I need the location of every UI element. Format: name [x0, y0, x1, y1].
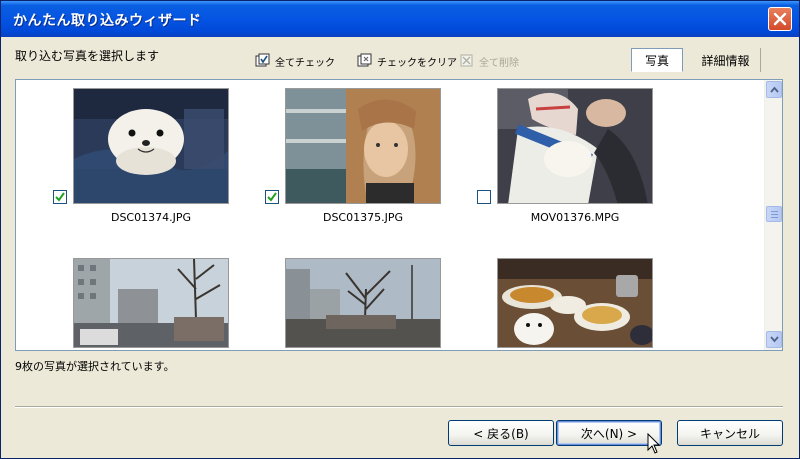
item-filename-2: DSC01375.JPG	[322, 211, 404, 224]
next-label: 次へ(N) >	[580, 426, 638, 441]
thumbnail-pane[interactable]: DSC01374.JPG DSC01375.JPG MOV01376.MPG	[15, 79, 783, 351]
title-bar: かんたん取り込みウィザード	[1, 1, 799, 37]
delete-icon	[460, 54, 473, 67]
thumbnail-image-4[interactable]	[73, 258, 229, 348]
clear-check-icon	[357, 53, 372, 67]
chevron-down-icon	[770, 336, 779, 343]
checkmark-icon	[267, 192, 277, 202]
scroll-up-button[interactable]	[766, 81, 782, 98]
close-icon	[773, 12, 787, 26]
item-filename-3: MOV01376.MPG	[530, 211, 620, 224]
thumbnail-image-1[interactable]	[73, 88, 229, 204]
scroll-down-button[interactable]	[766, 331, 782, 348]
photo-food-table	[498, 259, 652, 347]
thumbnail-image-5[interactable]	[285, 258, 441, 348]
photo-trees-sky	[286, 259, 440, 347]
back-button[interactable]: < 戻る(B)	[448, 420, 554, 446]
vertical-scrollbar[interactable]	[764, 80, 782, 350]
tab-details-label: 詳細情報	[701, 53, 750, 68]
photo-street-building	[74, 259, 228, 347]
item-checkbox-1[interactable]	[53, 190, 67, 204]
clear-checks-button[interactable]: チェックをクリア	[357, 51, 457, 71]
item-filename-1: DSC01374.JPG	[110, 211, 192, 224]
thumbnail-image-2[interactable]	[285, 88, 441, 204]
check-all-button[interactable]: 全てチェック	[255, 51, 335, 71]
clear-checks-label: チェックをクリア	[377, 57, 457, 69]
cancel-button[interactable]: キャンセル	[677, 420, 783, 446]
thumbnail-image-3[interactable]	[497, 88, 653, 204]
mouse-cursor-icon	[647, 433, 661, 454]
tab-photo-label: 写真	[644, 53, 669, 68]
item-checkbox-3[interactable]	[477, 190, 491, 204]
cancel-label: キャンセル	[699, 426, 760, 441]
instruction-text: 取り込む写真を選択します	[15, 49, 160, 63]
window-title: かんたん取り込みウィザード	[13, 13, 202, 29]
photo-seal-plush	[74, 89, 228, 203]
photo-selfie	[286, 89, 440, 203]
checkmark-icon	[55, 192, 65, 202]
check-all-label: 全てチェック	[275, 57, 335, 69]
delete-all-label: 全て削除	[479, 57, 519, 69]
tab-details[interactable]: 詳細情報	[691, 48, 761, 72]
chevron-up-icon	[770, 86, 779, 93]
item-checkbox-2[interactable]	[265, 190, 279, 204]
close-button[interactable]	[768, 7, 792, 31]
scroll-thumb[interactable]	[766, 206, 782, 222]
back-label: < 戻る(B)	[473, 426, 529, 441]
wizard-window: かんたん取り込みウィザード 取り込む写真を選択します 全てチェック チェックをク…	[0, 0, 800, 459]
photo-plush-in-car	[498, 89, 652, 203]
check-all-icon	[255, 53, 270, 67]
separator	[15, 406, 783, 408]
delete-all-button[interactable]: 全て削除	[459, 51, 519, 71]
tab-photo[interactable]: 写真	[631, 48, 683, 72]
selection-status: 9枚の写真が選択されています。	[15, 360, 175, 373]
thumbnail-image-6[interactable]	[497, 258, 653, 348]
